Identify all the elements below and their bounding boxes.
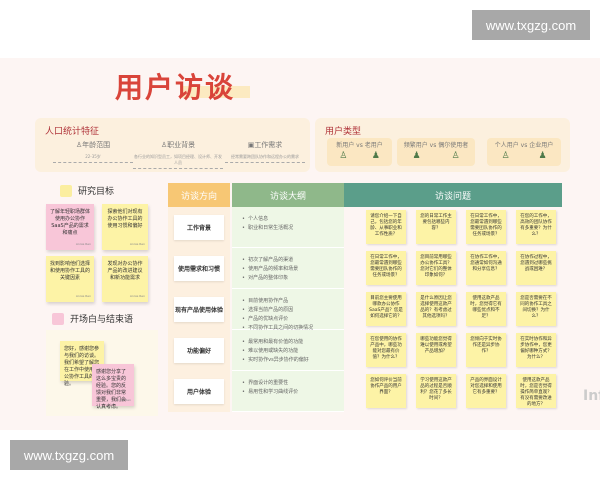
- question-note: 您如何评价当前协作产品的用户界面？: [366, 374, 406, 408]
- goal-note: 发现对办公协作产品的改进建议和新功能需求 Annie Ren: [102, 256, 148, 302]
- question-note: 在协作过程中，您遇到过哪些挑战或困难？: [516, 251, 556, 285]
- demo-needs: ▣工作需求 经常需要跨团队协作和远程办公的需求: [225, 140, 305, 163]
- goal-note: 了解年轻职场群体使用办公协作SaaS产品的需求和痛点 Annie Ren: [46, 204, 94, 250]
- table-row-outline: • 个人信息 • 职业和日常生活概况: [232, 207, 344, 248]
- table-row-outline: • 目前使用协作产品 • 选择当前产品的原因 • 产品的优缺点评价 • 不同协作工具之…: [232, 289, 344, 331]
- question-note: 在实时协作和异步协作中，您更偏好哪种方式？为什么？: [516, 333, 556, 367]
- question-note: 目前您主要使用哪款办公协作SaaS产品？您是如何选择它的？: [366, 292, 406, 326]
- table-row-outline: • 最常用和最有价值的功能 • 难以使用或缺失的功能 • 实时协作vs异步协作的偏好: [232, 330, 344, 371]
- question-note: 产品的界面设计对您选择和使用它有多重要？: [466, 374, 506, 408]
- outline-item: • 个人信息: [242, 216, 269, 222]
- outline-item: • 使用产品的频率和场景: [242, 266, 299, 272]
- watermark-bottom: www.txgzg.com: [10, 440, 128, 470]
- user-types-title: 用户类型: [325, 127, 362, 137]
- user-icon: ♙: [339, 151, 348, 161]
- outline-item: • 选择当前产品的原因: [242, 307, 294, 313]
- slide: 用户访谈 人口统计特征 ♙年龄范围 22-35岁 ♙职业背景 各行业的知识型员工，如…: [0, 58, 600, 430]
- user-type-new-old: 新用户 vs 老用户 ♙ ♟: [327, 138, 392, 166]
- question-note: 学习使用这款产品的过程是否顺利？您花了多长时间？: [416, 374, 456, 408]
- group-icon: ♟: [412, 151, 421, 161]
- outline-item: • 易用性和学习曲线评价: [242, 389, 299, 395]
- goal-note: 找到影响他们选择和使用协作工具的关键因素 Annie Ren: [46, 256, 94, 302]
- user-icon: ♙: [501, 151, 510, 161]
- question-note: 是什么原因让您选择使用这款产品的？有考虑过其他选项吗？: [416, 292, 456, 326]
- table-row-direction: 现有产品使用体验: [168, 289, 230, 330]
- page-title: 用户访谈: [115, 71, 236, 104]
- demographics-panel: 人口统计特征 ♙年龄范围 22-35岁 ♙职业背景 各行业的知识型员工，如项目经理、…: [35, 118, 310, 172]
- corner-logo: Infi: [583, 388, 600, 404]
- outline-item: • 难以使用或缺失的功能: [242, 348, 299, 354]
- user-types-panel: 用户类型 新用户 vs 老用户 ♙ ♟ 频繁用户 vs 偶尔使用者 ♟ ♙ 个人用户 v…: [315, 118, 570, 172]
- header-direction: 访谈方向: [168, 183, 230, 207]
- demographics-title: 人口统计特征: [45, 127, 100, 137]
- table-row-direction: 使用需求和习惯: [168, 248, 230, 289]
- table-row-direction: 用户体验: [168, 371, 230, 412]
- watermark-top: www.txgzg.com: [472, 10, 590, 40]
- user-type-frequent: 频繁用户 vs 偶尔使用者 ♟ ♙: [397, 138, 475, 166]
- outline-item: • 界面设计的重要性: [242, 380, 289, 386]
- closing-note: 感谢您分享了这么多宝贵的经验。您的反馈对我们非常重要，我们会认真考虑。 Annie…: [92, 364, 134, 410]
- outline-item: • 对产品的整体印象: [242, 275, 289, 281]
- goals-heading: 研究目标: [60, 184, 114, 197]
- yellow-square-icon: [60, 184, 72, 197]
- question-note: 在您的工作中，高效的团队协作有多重要？为什么？: [516, 210, 556, 244]
- header-outline: 访谈大纲: [232, 183, 344, 207]
- outline-item: • 职业和日常生活概况: [242, 225, 294, 231]
- outline-item: • 最常用和最有价值的功能: [242, 339, 304, 345]
- outline-item: • 实时协作vs异步协作的偏好: [242, 357, 309, 363]
- opening-heading: 开场白与结束语: [52, 312, 133, 325]
- outline-item: • 产品的优缺点评价: [242, 316, 289, 322]
- question-note: 在日常工作中，您最常遇到哪些需要团队协作的任务或场景？: [466, 210, 506, 244]
- question-note: 在您使用的协作产品中，哪些功能对您最有价值？为什么？: [366, 333, 406, 367]
- question-note: 使用这款产品时，您觉得它有哪些优点和不足？: [466, 292, 506, 326]
- goal-note: 探索他们对现有办公协作工具的使用习惯和偏好 Annie Ren: [102, 204, 148, 250]
- question-note: 您目前常用哪些办公协作工具？您对它们的整体印象如何？: [416, 251, 456, 285]
- question-note: 哪些功能您觉得难以使用或希望产品增加？: [416, 333, 456, 367]
- users-icon: ♟: [371, 151, 380, 161]
- team-icon: ♟: [538, 151, 547, 161]
- demo-age: ♙年龄范围 22-35岁: [53, 140, 133, 163]
- question-note: 您的日常工作主要包括哪些内容？: [416, 210, 456, 244]
- question-note: 您是否需要在不同的协作工具之间切换？为什么？: [516, 292, 556, 326]
- table-row-outline: • 界面设计的重要性 • 易用性和学习曲线评价: [232, 371, 344, 412]
- demo-job: ♙职业背景 各行业的知识型员工，如项目经理、设计师、开发人员: [133, 140, 223, 169]
- table-row-direction: 功能偏好: [168, 330, 230, 371]
- question-note: 在日常工作中，您最常遇到哪些需要团队协作的任务或场景？: [366, 251, 406, 285]
- question-note: 在协作工作中，您通常如何沟通和分享信息？: [466, 251, 506, 285]
- question-note: 使用这款产品时，您是否觉得操作简单直观？有没有需要改进的地方？: [516, 374, 556, 408]
- outline-item: • 初次了解产品的渠道: [242, 257, 294, 263]
- pink-square-icon: [52, 312, 64, 325]
- table-row-direction: 工作背景: [168, 207, 230, 248]
- table-row-outline: • 初次了解产品的渠道 • 使用产品的频率和场景 • 对产品的整体印象: [232, 248, 344, 289]
- question-note: 您倾向于实时协作还是异步协作？: [466, 333, 506, 367]
- user-icon: ♙: [451, 151, 460, 161]
- header-questions: 访谈问题: [344, 183, 562, 207]
- user-type-personal-enterprise: 个人用户 vs 企业用户 ♙ ♟: [487, 138, 561, 166]
- question-note: 请您介绍一下自己，包括您的年龄、从事职业和工作性质？: [366, 210, 406, 244]
- outline-item: • 目前使用协作产品: [242, 298, 289, 304]
